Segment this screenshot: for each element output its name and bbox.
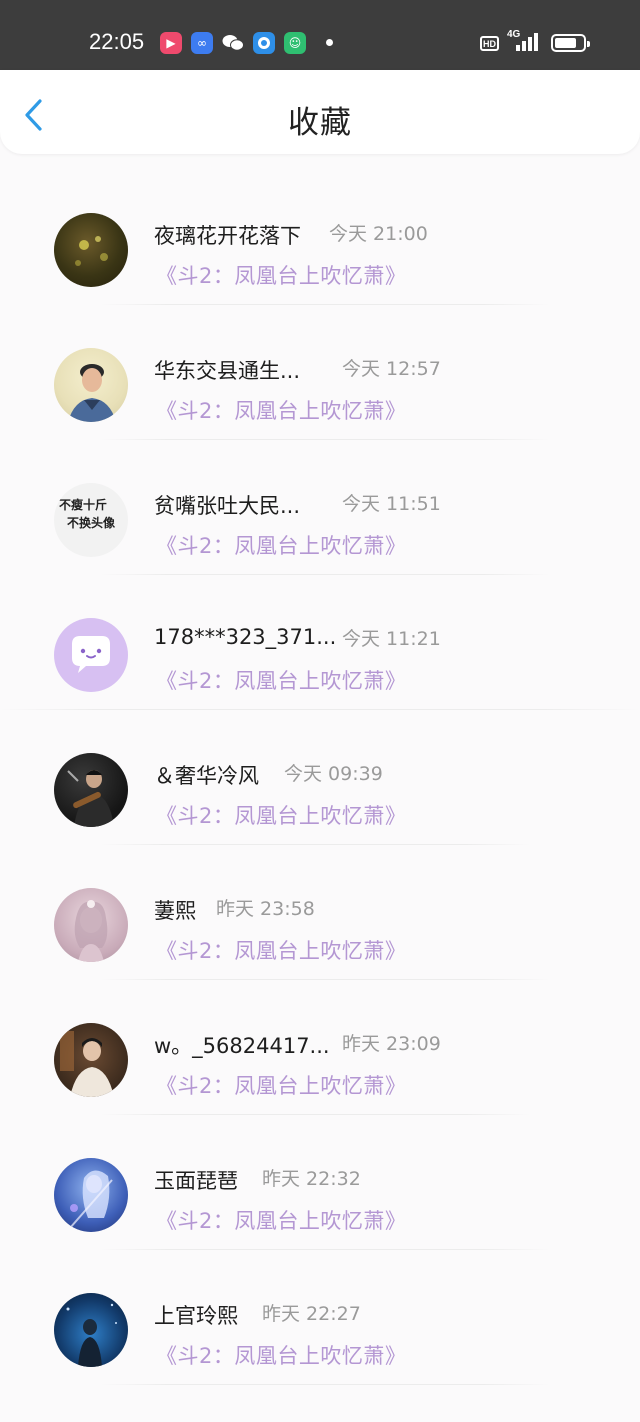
list-item[interactable]: 178***323_371... 今天 11:21 《斗2：凤凰台上吹忆萧》 (0, 587, 640, 722)
timestamp: 今天 09:39 (284, 763, 383, 785)
avatar[interactable] (54, 213, 128, 287)
status-time: 22:05 (89, 29, 145, 54)
timestamp: 今天 11:51 (342, 493, 441, 515)
list-item[interactable]: 上官玲熙 昨天 22:27 《斗2：凤凰台上吹忆萧》 (0, 1262, 640, 1397)
status-bar: 22:05 ▶ ∞ ☺ HD 4G (0, 0, 640, 70)
user-name: w。_56824417... (154, 1034, 330, 1058)
avatar-text: 不瘦十斤 (59, 498, 108, 512)
divider (100, 1114, 530, 1115)
work-title[interactable]: 《斗2：凤凰台上吹忆萧》 (156, 665, 406, 695)
divider (100, 1249, 550, 1250)
user-name: 上官玲熙 (154, 1304, 238, 1328)
work-title[interactable]: 《斗2：凤凰台上吹忆萧》 (156, 1205, 406, 1235)
avatar[interactable] (54, 888, 128, 962)
header-bar: 收藏 (0, 70, 640, 154)
video-app-icon: ▶ (160, 32, 182, 54)
list-item[interactable]: 华东交县通生... 今天 12:57 《斗2：凤凰台上吹忆萧》 (0, 317, 640, 452)
divider (100, 979, 550, 980)
avatar[interactable] (54, 348, 128, 422)
avatar-text: 不换头像 (67, 516, 116, 530)
timestamp: 昨天 23:09 (342, 1033, 441, 1055)
avatar[interactable]: 不瘦十斤 不换头像 (54, 483, 128, 557)
work-title[interactable]: 《斗2：凤凰台上吹忆萧》 (156, 800, 406, 830)
avatar[interactable] (54, 618, 128, 692)
user-name: 萋熙 (154, 899, 196, 923)
user-name: 玉面琵琶 (154, 1169, 238, 1193)
user-name: 贫嘴张吐大民... (154, 494, 301, 518)
hd-icon: HD (480, 36, 499, 51)
divider (100, 844, 530, 845)
user-name: ＆奢华冷风 (154, 764, 259, 788)
timestamp: 昨天 23:58 (216, 898, 315, 920)
list-item[interactable]: 不瘦十斤 不换头像 贫嘴张吐大民... 今天 11:51 《斗2：凤凰台上吹忆萧… (0, 452, 640, 587)
work-title[interactable]: 《斗2：凤凰台上吹忆萧》 (156, 260, 406, 290)
wechat-icon (222, 32, 244, 54)
timestamp: 昨天 22:27 (262, 1303, 361, 1325)
user-name: 华东交县通生... (154, 359, 301, 383)
divider (0, 709, 640, 710)
timestamp: 今天 12:57 (342, 358, 441, 380)
notification-dot-icon (326, 39, 333, 46)
timestamp: 今天 21:00 (329, 223, 428, 245)
list-item[interactable]: w。_56824417... 昨天 23:09 《斗2：凤凰台上吹忆萧》 (0, 992, 640, 1127)
timestamp: 今天 11:21 (342, 628, 441, 650)
work-title[interactable]: 《斗2：凤凰台上吹忆萧》 (156, 1070, 406, 1100)
list-item[interactable]: ＆奢华冷风 今天 09:39 《斗2：凤凰台上吹忆萧》 (0, 722, 640, 857)
avatar[interactable] (54, 753, 128, 827)
timestamp: 昨天 22:32 (262, 1168, 361, 1190)
work-title[interactable]: 《斗2：凤凰台上吹忆萧》 (156, 395, 406, 425)
list-item[interactable]: 萋熙 昨天 23:58 《斗2：凤凰台上吹忆萧》 (0, 857, 640, 992)
shop-app-icon: ☺ (284, 32, 306, 54)
avatar[interactable] (54, 1158, 128, 1232)
user-name: 夜璃花开花落下 (154, 224, 301, 248)
work-title[interactable]: 《斗2：凤凰台上吹忆萧》 (156, 530, 406, 560)
browser-app-icon (253, 32, 275, 54)
chat-bubble-icon (72, 636, 110, 673)
battery-icon (551, 34, 590, 52)
signal-icon (516, 33, 542, 51)
avatar[interactable] (54, 1293, 128, 1367)
divider (100, 439, 550, 440)
divider (100, 1384, 550, 1385)
list-item[interactable]: 夜璃花开花落下 今天 21:00 《斗2：凤凰台上吹忆萧》 (0, 182, 640, 317)
work-title[interactable]: 《斗2：凤凰台上吹忆萧》 (156, 1340, 406, 1370)
avatar[interactable] (54, 1023, 128, 1097)
divider (100, 304, 550, 305)
page-title: 收藏 (288, 105, 352, 141)
infinity-app-icon: ∞ (191, 32, 213, 54)
divider (100, 574, 550, 575)
user-name: 178***323_371... (154, 625, 337, 649)
list-item[interactable]: 玉面琵琶 昨天 22:32 《斗2：凤凰台上吹忆萧》 (0, 1127, 640, 1262)
work-title[interactable]: 《斗2：凤凰台上吹忆萧》 (156, 935, 406, 965)
